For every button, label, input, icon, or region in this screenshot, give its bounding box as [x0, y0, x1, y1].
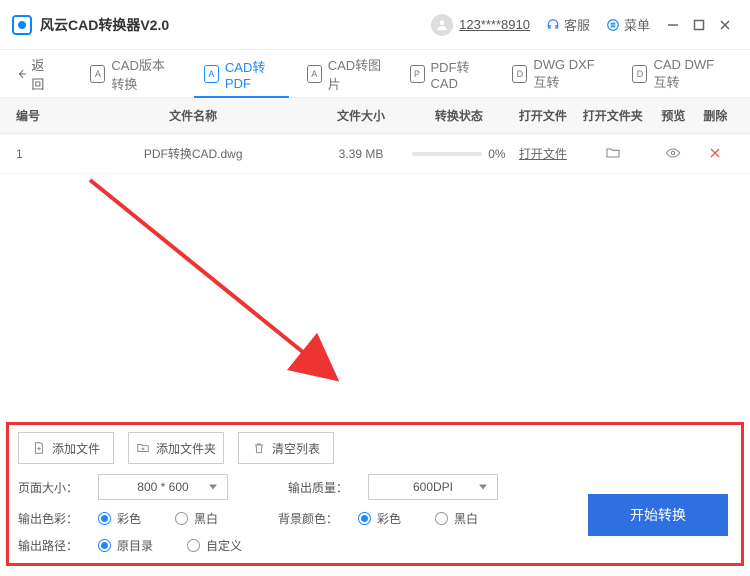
col-index: 编号 — [16, 107, 72, 124]
menu-button[interactable]: 菜单 — [606, 15, 650, 34]
close-button[interactable] — [712, 12, 738, 38]
table-header: 编号 文件名称 文件大小 转换状态 打开文件 打开文件夹 预览 删除 — [0, 98, 750, 134]
tab-label: PDF转CAD — [431, 57, 485, 91]
radio-label: 彩色 — [117, 510, 141, 527]
radio-label: 原目录 — [117, 537, 153, 554]
progress-bar — [412, 152, 482, 156]
user-area: 123****8910 客服 菜单 — [431, 14, 660, 36]
page-size-value: 800 * 600 — [137, 480, 188, 494]
close-icon — [706, 144, 724, 162]
doc-icon: P — [410, 65, 425, 83]
title-bar: 风云CAD转换器V2.0 123****8910 客服 菜单 — [0, 0, 750, 50]
radio-label: 彩色 — [377, 510, 401, 527]
tab-cad-to-pdf[interactable]: A CAD转PDF — [194, 51, 289, 97]
output-path-custom-radio[interactable]: 自定义 — [187, 537, 242, 554]
row-status: 0% — [408, 147, 511, 161]
app-title: 风云CAD转换器V2.0 — [40, 15, 169, 35]
folder-plus-icon — [136, 441, 150, 455]
file-plus-icon — [32, 441, 46, 455]
trash-icon — [252, 441, 266, 455]
menu-label: 菜单 — [624, 15, 650, 34]
row-filename: PDF转换CAD.dwg — [72, 145, 314, 162]
tab-label: CAD版本转换 — [111, 55, 176, 93]
bg-color-bw-radio[interactable]: 黑白 — [435, 510, 478, 527]
col-filesize: 文件大小 — [314, 107, 407, 124]
output-color-label: 输出色彩： — [18, 510, 78, 527]
add-folder-label: 添加文件夹 — [156, 440, 216, 457]
radio-label: 黑白 — [454, 510, 478, 527]
tab-dwg-dxf[interactable]: D DWG DXF互转 — [502, 51, 614, 97]
row-filesize: 3.39 MB — [314, 147, 407, 161]
option-row-3: 输出路径： 原目录 自定义 — [18, 537, 732, 554]
bg-color-label: 背景颜色： — [278, 510, 338, 527]
output-path-label: 输出路径： — [18, 537, 78, 554]
progress-text: 0% — [488, 147, 505, 161]
output-path-source-radio[interactable]: 原目录 — [98, 537, 153, 554]
minimize-button[interactable] — [660, 12, 686, 38]
doc-icon: D — [632, 65, 647, 83]
row-index: 1 — [16, 147, 72, 161]
app-logo-icon — [12, 15, 32, 35]
app-window: 风云CAD转换器V2.0 123****8910 客服 菜单 返回 A CAD版本… — [0, 0, 750, 576]
tab-label: CAD DWF互转 — [653, 57, 724, 91]
tab-label: DWG DXF互转 — [533, 57, 604, 91]
back-button[interactable]: 返回 — [16, 55, 52, 93]
row-delete[interactable] — [697, 144, 734, 164]
eye-icon — [664, 144, 682, 162]
row-open-folder[interactable] — [575, 144, 650, 164]
tab-cad-dwf[interactable]: D CAD DWF互转 — [622, 51, 734, 97]
bg-color-color-radio[interactable]: 彩色 — [358, 510, 401, 527]
clear-list-button[interactable]: 清空列表 — [238, 432, 334, 464]
output-color-color-radio[interactable]: 彩色 — [98, 510, 141, 527]
table-row: 1 PDF转换CAD.dwg 3.39 MB 0% 打开文件 — [0, 134, 750, 174]
customer-service-button[interactable]: 客服 — [546, 15, 590, 34]
folder-icon — [604, 144, 622, 162]
output-quality-value: 600DPI — [413, 480, 453, 494]
output-quality-select[interactable]: 600DPI — [368, 474, 498, 500]
row-open-file[interactable]: 打开文件 — [510, 145, 575, 162]
content-area — [0, 174, 750, 418]
add-folder-button[interactable]: 添加文件夹 — [128, 432, 224, 464]
tab-label: CAD转图片 — [328, 55, 382, 93]
tab-label: CAD转PDF — [225, 57, 279, 91]
col-status: 转换状态 — [408, 107, 511, 124]
page-size-label: 页面大小： — [18, 479, 78, 496]
file-button-row: 添加文件 添加文件夹 清空列表 — [18, 432, 732, 464]
col-delete: 删除 — [697, 107, 734, 124]
doc-icon: A — [307, 65, 322, 83]
tab-cad-version[interactable]: A CAD版本转换 — [80, 51, 186, 97]
output-color-bw-radio[interactable]: 黑白 — [175, 510, 218, 527]
start-convert-button[interactable]: 开始转换 — [588, 494, 728, 536]
add-file-button[interactable]: 添加文件 — [18, 432, 114, 464]
avatar-icon — [431, 14, 453, 36]
username-link[interactable]: 123****8910 — [459, 17, 530, 32]
doc-icon: A — [204, 65, 219, 83]
radio-label: 黑白 — [194, 510, 218, 527]
tab-pdf-to-cad[interactable]: P PDF转CAD — [400, 51, 495, 97]
doc-icon: D — [512, 65, 527, 83]
radio-label: 自定义 — [206, 537, 242, 554]
back-label: 返回 — [31, 55, 52, 93]
annotation-arrow-icon — [80, 174, 360, 404]
open-file-link[interactable]: 打开文件 — [519, 147, 567, 161]
arrow-left-icon — [16, 67, 27, 81]
col-preview: 预览 — [650, 107, 697, 124]
customer-service-label: 客服 — [564, 15, 590, 34]
headset-icon — [546, 18, 560, 32]
clear-list-label: 清空列表 — [272, 440, 320, 457]
doc-icon: A — [90, 65, 105, 83]
bottom-panel: 添加文件 添加文件夹 清空列表 页面大小： 800 * 600 输出质量： 60… — [0, 418, 750, 576]
tab-bar: 返回 ACAD版本转换 ACAD转PDF ACAD转图片 PPDF转CAD DD… — [0, 50, 750, 98]
menu-icon — [606, 18, 620, 32]
output-quality-label: 输出质量： — [288, 479, 348, 496]
add-file-label: 添加文件 — [52, 440, 100, 457]
tab-cad-to-image[interactable]: A CAD转图片 — [297, 51, 392, 97]
col-open-file: 打开文件 — [510, 107, 575, 124]
row-preview[interactable] — [650, 144, 697, 164]
col-filename: 文件名称 — [72, 107, 314, 124]
start-convert-label: 开始转换 — [630, 505, 686, 525]
page-size-select[interactable]: 800 * 600 — [98, 474, 228, 500]
maximize-button[interactable] — [686, 12, 712, 38]
col-open-folder: 打开文件夹 — [575, 107, 650, 124]
